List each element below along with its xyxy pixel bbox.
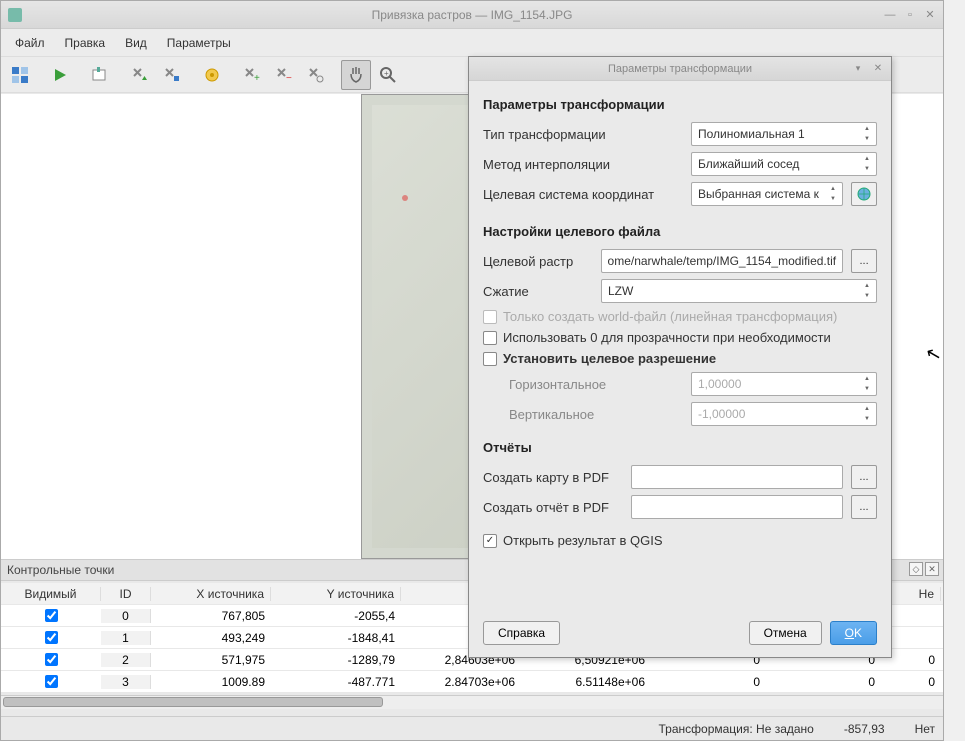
pdf-map-browse-button[interactable]: ... (851, 465, 877, 489)
crs-select[interactable]: Выбранная система к▲▼ (691, 182, 843, 206)
app-icon (7, 7, 23, 23)
status-transform: Трансформация: Не задано (659, 722, 814, 736)
transform-dialog: Параметры трансформации ▾ ✕ Параметры тр… (468, 56, 892, 658)
settings-button[interactable] (197, 60, 227, 90)
horizontal-res-input: 1,00000▲▼ (691, 372, 877, 396)
row-visible-checkbox[interactable] (45, 675, 58, 688)
crs-picker-button[interactable] (851, 182, 877, 206)
svg-text:+: + (384, 69, 389, 78)
row-visible-checkbox[interactable] (45, 631, 58, 644)
transform-type-select[interactable]: Полиномиальная 1▲▼ (691, 122, 877, 146)
row-visible-checkbox[interactable] (45, 609, 58, 622)
delete-point-button[interactable]: − (269, 60, 299, 90)
zero-transparency-checkbox[interactable] (483, 331, 497, 345)
cancel-button[interactable]: Отмена (749, 621, 822, 645)
output-raster-input[interactable]: ome/narwhale/temp/IMG_1154_modified.tif (601, 249, 844, 273)
run-button[interactable] (45, 60, 75, 90)
dock-float-button[interactable]: ◇ (909, 562, 923, 576)
pan-button[interactable] (341, 60, 371, 90)
section-transform: Параметры трансформации (483, 97, 877, 112)
menu-file[interactable]: Файл (5, 32, 55, 54)
save-gcp-button[interactable] (157, 60, 187, 90)
help-button[interactable]: Справка (483, 621, 560, 645)
compression-select[interactable]: LZW▲▼ (601, 279, 877, 303)
table-scrollbar[interactable] (1, 695, 943, 709)
interpolation-select[interactable]: Ближайший сосед▲▼ (691, 152, 877, 176)
dialog-min-button[interactable]: ▾ (849, 60, 867, 78)
svg-text:−: − (286, 73, 292, 84)
pdf-map-input[interactable] (631, 465, 843, 489)
menu-view[interactable]: Вид (115, 32, 157, 54)
pdf-report-input[interactable] (631, 495, 843, 519)
move-point-button[interactable] (301, 60, 331, 90)
set-resolution-checkbox[interactable] (483, 352, 497, 366)
window-title: Привязка растров — IMG_1154.JPG (372, 8, 573, 22)
gdal-script-button[interactable] (85, 60, 115, 90)
section-output: Настройки целевого файла (483, 224, 877, 239)
status-last: Нет (915, 722, 935, 736)
output-browse-button[interactable]: ... (851, 249, 877, 273)
open-result-checkbox[interactable]: ✓ (483, 534, 497, 548)
world-file-checkbox-row: Только создать world-файл (линейная тран… (483, 309, 877, 324)
statusbar: Трансформация: Не задано -857,93 Нет (1, 716, 943, 740)
dialog-close-button[interactable]: ✕ (869, 60, 887, 78)
ok-button[interactable]: OK (830, 621, 877, 645)
close-button[interactable]: ✕ (921, 6, 939, 24)
titlebar: Привязка растров — IMG_1154.JPG — ▫ ✕ (1, 1, 943, 29)
row-visible-checkbox[interactable] (45, 653, 58, 666)
add-point-button[interactable]: + (237, 60, 267, 90)
open-result-row: ✓ Открыть результат в QGIS (483, 533, 877, 548)
section-reports: Отчёты (483, 440, 877, 455)
minimize-button[interactable]: — (881, 6, 899, 24)
dialog-titlebar: Параметры трансформации ▾ ✕ (469, 57, 891, 81)
table-row[interactable]: 31009.89-487.7712.84703e+066.51148e+0600… (1, 671, 943, 693)
world-file-checkbox (483, 310, 497, 324)
menu-params[interactable]: Параметры (157, 32, 241, 54)
menu-edit[interactable]: Правка (55, 32, 116, 54)
zero-transparency-row: Использовать 0 для прозрачности при необ… (483, 330, 877, 345)
maximize-button[interactable]: ▫ (901, 6, 919, 24)
dock-close-button[interactable]: ✕ (925, 562, 939, 576)
vertical-res-input: -1,00000▲▼ (691, 402, 877, 426)
load-gcp-button[interactable] (125, 60, 155, 90)
open-raster-button[interactable] (5, 60, 35, 90)
status-coord: -857,93 (844, 722, 885, 736)
zoom-in-button[interactable]: + (373, 60, 403, 90)
menubar: Файл Правка Вид Параметры (1, 29, 943, 57)
gcp-marker (402, 195, 408, 201)
pdf-report-browse-button[interactable]: ... (851, 495, 877, 519)
svg-text:+: + (254, 73, 260, 84)
set-resolution-row: Установить целевое разрешение (483, 351, 877, 366)
